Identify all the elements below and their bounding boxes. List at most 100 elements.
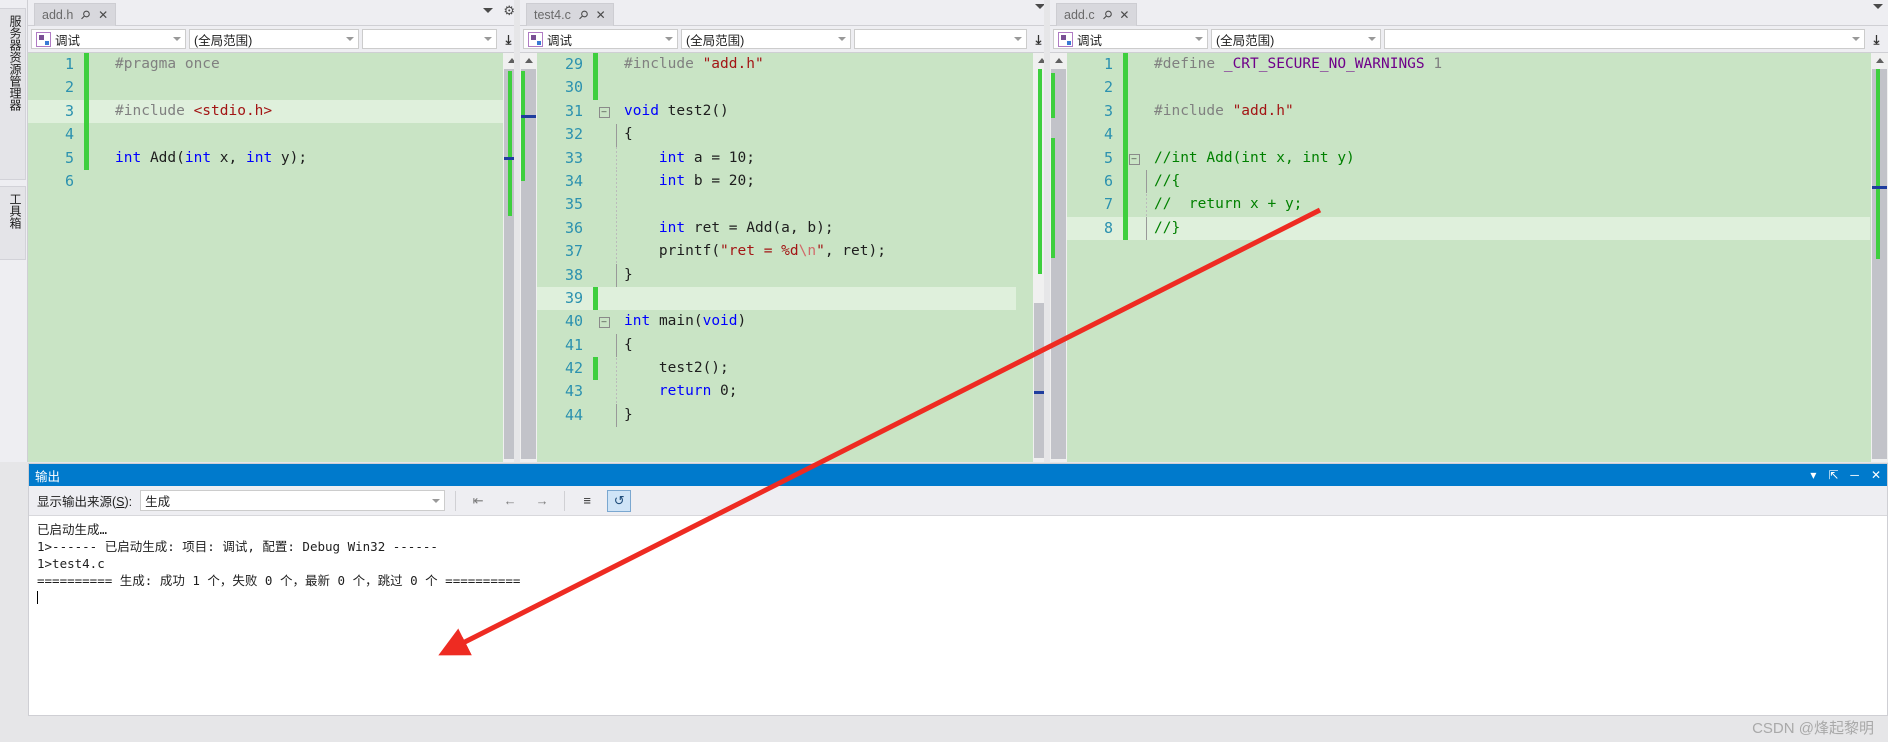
scroll-up-arrow-icon[interactable] [1050,53,1067,68]
code-line[interactable]: 7 // return x + y; [1067,193,1870,217]
close-icon[interactable]: ✕ [1871,468,1881,482]
code-line[interactable]: 34 int b = 20; [537,170,1016,193]
code-line[interactable]: 5 int Add(int x, int y); [28,146,520,170]
vertical-scrollbar-left-pane3[interactable] [1050,53,1067,462]
sidebar-item-server-explorer[interactable]: 服务器资源管理器 [0,8,26,180]
list-icon[interactable]: ≡ [575,490,599,512]
line-number: 6 [64,171,74,190]
config-dropdown-pane2[interactable]: 调试 [523,29,678,49]
code-line[interactable]: 29 #include "add.h" [537,53,1016,77]
wrap-text-icon[interactable]: ↺ [607,489,632,512]
chevron-down-icon[interactable] [483,8,494,13]
close-icon[interactable]: ✕ [596,8,606,22]
pin-icon[interactable]: ⚲ [1099,7,1115,23]
scope-dropdown-pane2[interactable]: (全局范围) [681,29,851,49]
tabstrip-right-controls-pane3 [1873,4,1883,9]
code-line[interactable]: 36 int ret = Add(a, b); [537,217,1016,240]
code-line[interactable]: 43 return 0; [537,380,1016,403]
code-line[interactable]: 3 #include <stdio.h> [28,99,520,124]
chevron-down-icon[interactable] [1873,4,1883,9]
code-line[interactable]: 42 test2(); [537,357,1016,381]
code-line[interactable]: 4 [28,123,520,147]
indent-guide [610,334,622,358]
code-line[interactable]: 4 [1067,123,1870,147]
member-dropdown-pane2[interactable] [854,29,1027,49]
code-line[interactable]: 6 [28,170,520,193]
line-number: 42 [564,359,583,378]
code-line[interactable]: 32 { [537,123,1016,146]
code-line[interactable]: 35 [537,193,1016,216]
code-text: test2(); [658,360,729,377]
code-line[interactable]: 40– int main(void) [537,310,1016,333]
line-number: 1 [64,55,74,73]
collapse-icon[interactable]: – [1128,147,1140,170]
editor-pane-add-h: add.h ⚲ ✕ ⚙ 调试 (全局范围) ⤓ 1 #pragma once 2… [28,0,520,462]
code-line[interactable]: 30 [537,76,1016,100]
forward-arrow-icon[interactable]: → [530,490,554,512]
member-dropdown-pane3[interactable] [1384,29,1865,49]
collapse-icon[interactable]: – [598,100,610,123]
minimize-icon[interactable]: ─ [1850,468,1859,482]
line-number: 33 [564,148,583,167]
code-line[interactable]: 2 [28,76,520,100]
code-line[interactable]: 1 #pragma once [28,53,520,77]
scope-dropdown-pane3[interactable]: (全局范围) [1211,29,1381,49]
code-line[interactable]: 6 //{ [1067,169,1870,194]
change-marker-bar [593,380,598,403]
back-arrow-icon[interactable]: ← [498,490,522,512]
vertical-scrollbar-left-pane2[interactable] [520,53,537,462]
code-area-pane2[interactable]: 29 #include "add.h" 30 31– void test2() 32{33… [520,53,1050,462]
code-line[interactable]: 31– void test2() [537,100,1016,123]
code-line[interactable]: 5–//int Add(int x, int y) [1067,146,1870,170]
scroll-up-arrow-icon[interactable] [520,53,537,68]
member-dropdown-pane1[interactable] [362,29,497,49]
scroll-up-arrow-icon[interactable] [1871,53,1888,68]
editor-pane-add-c: add.c ⚲ ✕ 调试 (全局范围) ⤓ 1 #define _CRT_SEC… [1050,0,1888,462]
indent-guide [610,147,622,171]
code-line[interactable]: 33 int a = 10; [537,147,1016,170]
change-marker-bar [1123,169,1128,194]
code-text: // return x + y; [1154,196,1303,213]
code-line[interactable]: 3 #include "add.h" [1067,99,1870,124]
line-number: 35 [564,195,583,214]
debug-config-icon [36,31,51,47]
code-line[interactable]: 44} [537,404,1016,427]
vertical-scrollbar-pane3[interactable] [1871,53,1888,462]
code-line[interactable]: 8 //} [1067,216,1870,241]
code-area-pane1[interactable]: 1 #pragma once 2 3 #include <stdio.h> 4 5 int A… [28,53,520,462]
output-text-body[interactable]: 已启动生成… 1>------ 已启动生成: 项目: 调试, 配置: Debug … [29,517,1887,715]
scope-value: (全局范围) [194,33,253,48]
split-window-icon[interactable]: ⤓ [1868,29,1885,49]
pin-icon[interactable]: ⚲ [575,7,591,23]
code-text: int a = 10; [658,149,755,166]
scope-dropdown-pane1[interactable]: (全局范围) [189,29,359,49]
close-icon[interactable]: ✕ [1119,8,1129,22]
code-area-pane3[interactable]: 1 #define _CRT_SECURE_NO_WARNINGS 1 2 3 #inc… [1050,53,1888,462]
output-source-value: 生成 [145,495,171,509]
line-number: 8 [1103,218,1113,237]
change-marker-bar [1123,99,1128,124]
output-source-dropdown[interactable]: 生成 [140,490,446,511]
clear-all-icon[interactable]: ⇤ [466,490,490,512]
code-line[interactable]: 41 { [537,334,1016,357]
config-dropdown-pane3[interactable]: 调试 [1053,29,1208,49]
tab-add-h[interactable]: add.h ⚲ ✕ [34,3,117,26]
pin-icon[interactable]: ⚲ [78,7,94,23]
close-icon[interactable]: ✕ [98,8,108,22]
code-line[interactable]: 2 [1067,76,1870,100]
code-line[interactable]: 39 [537,286,1016,311]
dock-icon[interactable]: ⇱ [1828,468,1838,482]
config-dropdown-pane1[interactable]: 调试 [31,29,186,49]
chevron-down-icon[interactable]: ▾ [1810,468,1816,482]
scope-value: (全局范围) [686,33,745,48]
code-line[interactable]: 37 printf("ret = %d\n", ret); [537,240,1016,263]
editor-panes-container: add.h ⚲ ✕ ⚙ 调试 (全局范围) ⤓ 1 #pragma once 2… [28,0,1888,462]
status-bar [0,716,1888,742]
collapse-icon[interactable]: – [598,310,610,333]
change-marker [1051,73,1055,118]
code-line[interactable]: 1 #define _CRT_SECURE_NO_WARNINGS 1 [1067,53,1870,77]
tab-add-c[interactable]: add.c ⚲ ✕ [1056,3,1138,26]
code-line[interactable]: 38} [537,264,1016,287]
tab-test4-c[interactable]: test4.c ⚲ ✕ [526,3,614,26]
sidebar-item-toolbox[interactable]: 工具箱 [0,186,26,260]
